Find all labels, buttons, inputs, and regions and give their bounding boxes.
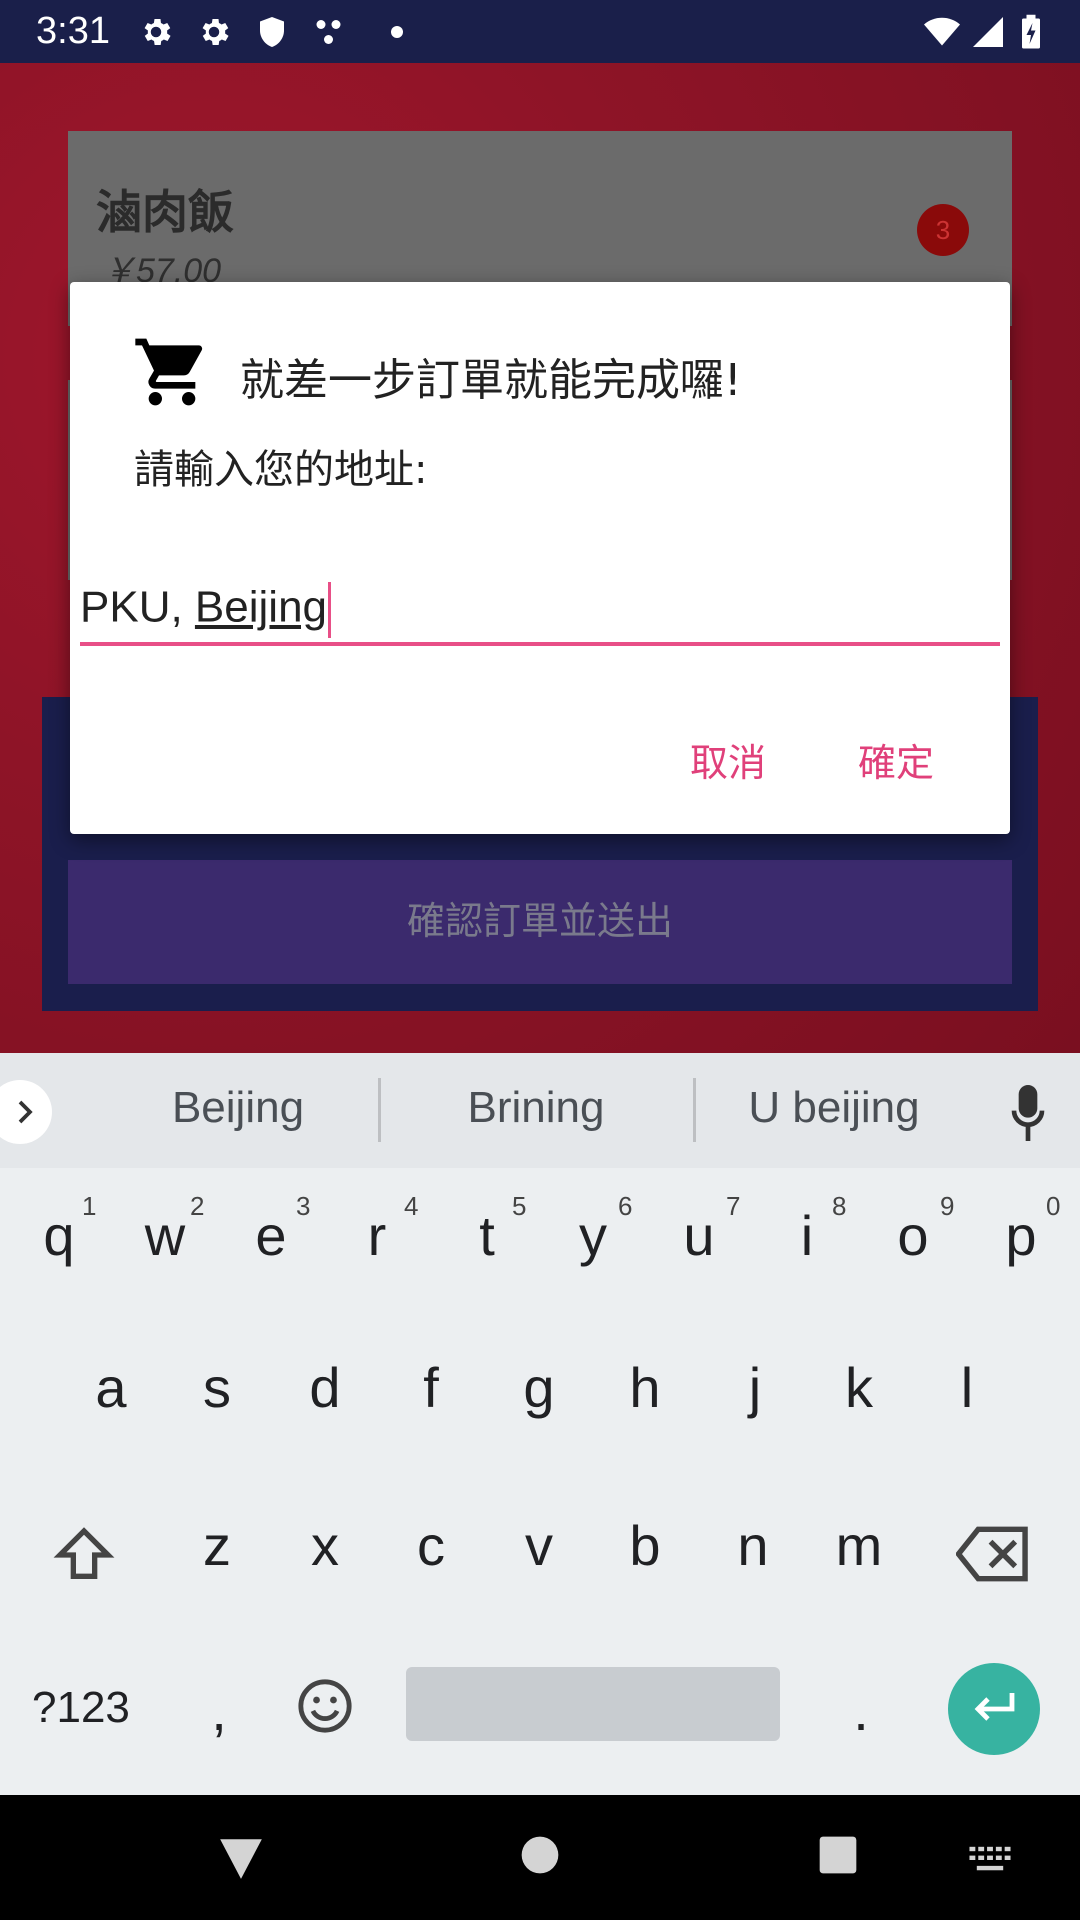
key-hint: 2 (190, 1191, 205, 1221)
key-comma[interactable]: , (174, 1678, 264, 1743)
cart-icon (135, 338, 203, 406)
address-dialog: 就差一步訂單就能完成囉! 請輸入您的地址: PKU, Beijing 取消 確定 (70, 282, 1010, 834)
key-d[interactable]: d (280, 1355, 370, 1420)
enter-icon (974, 1693, 1015, 1721)
text-cursor (328, 582, 332, 638)
suggestion-2[interactable]: Brining (386, 1083, 686, 1133)
mic-icon[interactable] (1010, 1085, 1046, 1141)
backspace-icon[interactable] (956, 1525, 1030, 1583)
suggestion-bar: Beijing Brining U beijing (0, 1053, 1080, 1168)
key-v[interactable]: v (494, 1513, 584, 1578)
key-hint: 1 (82, 1191, 97, 1221)
battery-icon (1022, 14, 1040, 49)
address-composing-word: Beijing (194, 582, 328, 632)
key-hint: 8 (832, 1191, 847, 1221)
navigation-bar (0, 1795, 1080, 1920)
key-b[interactable]: b (600, 1513, 690, 1578)
back-icon[interactable] (216, 1835, 266, 1881)
recents-icon[interactable] (818, 1835, 858, 1875)
key-period[interactable]: . (816, 1678, 906, 1743)
key-x[interactable]: x (280, 1513, 370, 1578)
key-hint: 4 (404, 1191, 419, 1221)
key-l[interactable]: l (922, 1355, 1012, 1420)
key-g[interactable]: g (494, 1355, 584, 1420)
suggestion-1[interactable]: Beijing (88, 1083, 388, 1133)
address-input-value: PKU, Beijing (80, 582, 332, 638)
key-h[interactable]: h (600, 1355, 690, 1420)
key-f[interactable]: f (386, 1355, 476, 1420)
gear-icon (144, 18, 171, 46)
address-prefix-text: PKU, (80, 582, 195, 632)
dialog-message: 請輸入您的地址: (134, 447, 428, 493)
emoji-icon[interactable] (296, 1677, 354, 1735)
key-k[interactable]: k (814, 1355, 904, 1420)
dialog-title: 就差一步訂單就能完成囉! (240, 355, 742, 406)
enter-key[interactable] (948, 1663, 1040, 1755)
signal-icon (973, 17, 1003, 47)
key-m[interactable]: m (814, 1513, 904, 1578)
space-bar[interactable] (406, 1667, 780, 1741)
key-hint: 7 (726, 1191, 741, 1221)
dots-icon (316, 20, 341, 44)
key-hint: 5 (512, 1191, 527, 1221)
wifi-icon (924, 17, 960, 46)
key-j[interactable]: j (710, 1355, 800, 1420)
confirm-order-button[interactable]: 確認訂單並送出 (68, 860, 1012, 984)
item-name: 滷肉飯 (96, 186, 234, 238)
shield-icon (260, 17, 284, 47)
key-hint: 0 (1046, 1191, 1061, 1221)
chevron-right-icon (18, 1100, 33, 1124)
key-a[interactable]: a (66, 1355, 156, 1420)
shift-icon[interactable] (52, 1523, 116, 1587)
status-bar: 3:31 (0, 0, 1080, 63)
key-hint: 9 (940, 1191, 955, 1221)
status-time: 3:31 (36, 10, 110, 52)
cancel-button[interactable]: 取消 (690, 732, 766, 787)
expand-suggestions-button[interactable] (0, 1080, 52, 1144)
small-dot-icon (391, 26, 403, 38)
key-c[interactable]: c (386, 1513, 476, 1578)
symbols-key[interactable]: ?123 (32, 1683, 130, 1733)
gear-icon (202, 18, 229, 46)
divider (378, 1078, 381, 1142)
key-n[interactable]: n (708, 1513, 798, 1578)
key-hint: 3 (296, 1191, 311, 1221)
soft-keyboard: Beijing Brining U beijing q w e r t y u … (0, 1053, 1080, 1795)
item-count-badge: 3 (917, 204, 969, 256)
ok-button[interactable]: 確定 (858, 732, 934, 787)
key-s[interactable]: s (172, 1355, 262, 1420)
key-z[interactable]: z (172, 1513, 262, 1578)
suggestion-3[interactable]: U beijing (684, 1083, 984, 1133)
address-input[interactable]: PKU, Beijing (80, 582, 1000, 646)
home-icon[interactable] (520, 1835, 560, 1875)
keyboard-switch-icon[interactable] (968, 1845, 1012, 1875)
key-hint: 6 (618, 1191, 633, 1221)
